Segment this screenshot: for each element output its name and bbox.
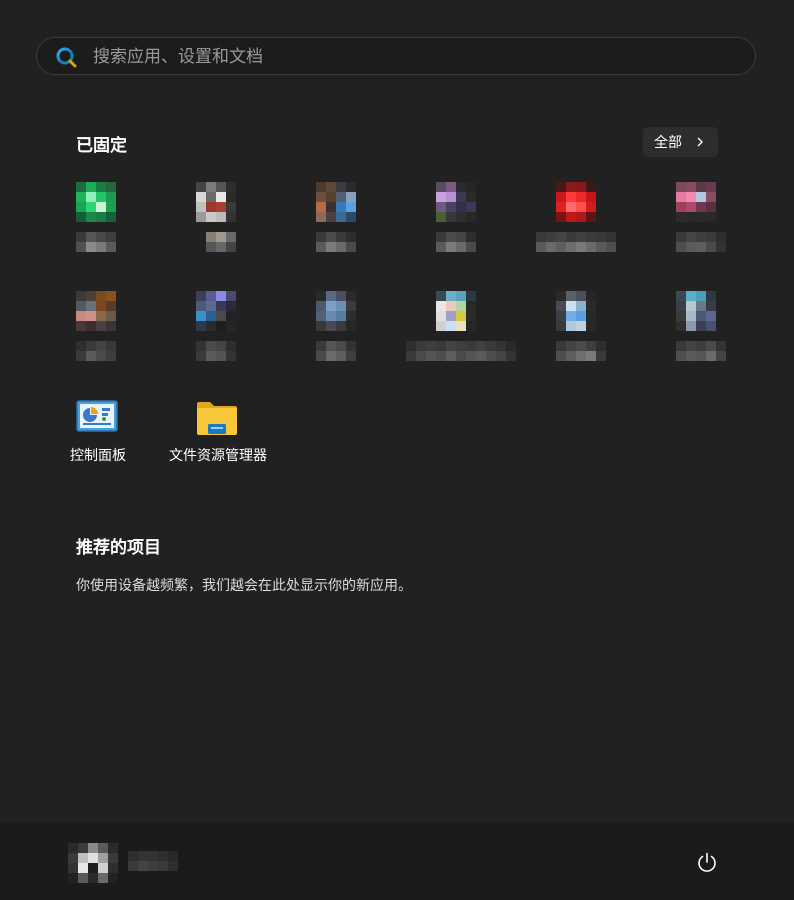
user-avatar[interactable] xyxy=(68,843,120,883)
pinned-section-title: 已固定 xyxy=(76,136,127,156)
pinned-app-tile[interactable] xyxy=(276,182,386,277)
pixelated-app-label xyxy=(676,341,726,361)
pixelated-app-icon xyxy=(316,182,356,222)
pixelated-app-icon xyxy=(196,291,236,331)
app-label: 文件资源管理器 xyxy=(169,448,267,464)
recommended-empty-text: 你使用设备越频繁，我们越会在此处显示你的新应用。 xyxy=(76,578,412,594)
search-box[interactable] xyxy=(36,37,756,75)
pixelated-app-icon xyxy=(676,291,716,331)
power-icon[interactable] xyxy=(695,851,719,875)
pinned-app-tile[interactable] xyxy=(156,182,266,277)
pixelated-app-icon xyxy=(196,182,236,222)
all-apps-button[interactable]: 全部 xyxy=(643,127,718,157)
pinned-app-tile[interactable] xyxy=(636,291,746,386)
pixelated-app-label xyxy=(676,232,726,252)
pinned-app-tile[interactable] xyxy=(276,291,386,386)
user-name[interactable] xyxy=(128,851,178,871)
pixelated-app-label xyxy=(316,232,356,252)
pixelated-app-label xyxy=(76,341,116,361)
pinned-app-tile[interactable] xyxy=(396,291,516,386)
chevron-right-icon xyxy=(697,137,703,147)
app-label: 控制面板 xyxy=(70,448,126,464)
search-input[interactable] xyxy=(91,44,695,70)
pinned-app-tile[interactable] xyxy=(636,182,746,277)
pixelated-app-icon xyxy=(316,291,356,331)
pixelated-app-icon xyxy=(556,182,596,222)
pixelated-app-label xyxy=(436,232,476,252)
pixelated-app-icon xyxy=(436,182,476,222)
pixelated-app-icon xyxy=(76,291,116,331)
pinned-app-tile[interactable] xyxy=(36,182,146,277)
pixelated-app-label xyxy=(76,232,116,252)
pixelated-app-label xyxy=(406,341,516,361)
pinned-app-file-explorer[interactable]: 文件资源管理器 xyxy=(160,398,276,468)
pinned-app-tile[interactable] xyxy=(516,182,626,277)
pixelated-app-label xyxy=(206,232,236,252)
pixelated-app-label xyxy=(536,232,616,252)
pixelated-app-label xyxy=(196,341,236,361)
pinned-app-tile[interactable] xyxy=(516,291,626,386)
pixelated-app-icon xyxy=(556,291,596,331)
start-footer xyxy=(0,823,794,900)
pixelated-app-icon xyxy=(676,182,716,222)
search-icon xyxy=(56,47,77,68)
pinned-app-tile[interactable] xyxy=(396,182,506,277)
pinned-app-tile[interactable] xyxy=(156,291,266,386)
pinned-app-tile[interactable] xyxy=(36,291,146,386)
pixelated-app-icon xyxy=(436,291,476,331)
folder-icon xyxy=(197,402,237,435)
pixelated-app-label xyxy=(316,341,356,361)
pixelated-app-label xyxy=(556,341,606,361)
all-apps-label: 全部 xyxy=(654,135,682,151)
pinned-app-control-panel[interactable]: 控制面板 xyxy=(60,398,136,468)
pixelated-app-icon xyxy=(76,182,116,222)
control-panel-icon xyxy=(76,400,118,432)
recommended-section-title: 推荐的项目 xyxy=(76,538,161,558)
